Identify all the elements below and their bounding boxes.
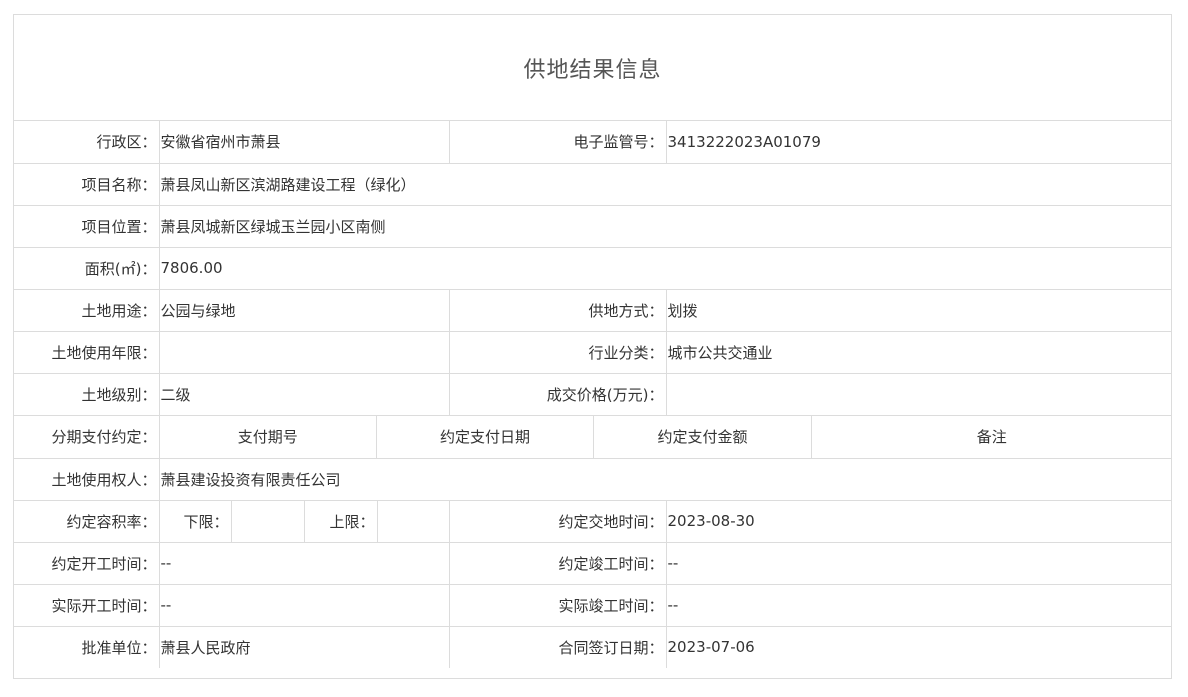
installment-date-header: 约定支付日期 (376, 416, 594, 457)
industry-value: 城市公共交通业 (665, 330, 1172, 374)
table-row: 约定开工时间： -- 约定竣工时间： -- (14, 541, 1172, 585)
land-supply-result-panel: 供地结果信息 行政区： 安徽省宿州市萧县 电子监管号： 3413222023A0… (13, 14, 1172, 679)
plot-ratio-lower-label: 下限： (158, 499, 232, 543)
contract-date-label: 合同签订日期： (448, 625, 667, 668)
project-location-label: 项目位置： (14, 204, 160, 248)
actual-completion-value: -- (665, 583, 1172, 627)
use-term-value (158, 330, 450, 374)
actual-completion-label: 实际竣工时间： (448, 583, 667, 627)
info-table: 行政区： 安徽省宿州市萧县 电子监管号： 3413222023A01079 项目… (14, 121, 1172, 668)
land-use-value: 公园与绿地 (158, 288, 450, 332)
handover-time-value: 2023-08-30 (665, 499, 1172, 543)
table-row: 分期支付约定： 支付期号 约定支付日期 约定支付金额 备注 (14, 414, 1172, 459)
supply-method-value: 划拨 (665, 288, 1172, 332)
installment-amount-header: 约定支付金额 (593, 416, 812, 457)
agreed-start-value: -- (158, 541, 450, 585)
deal-price-value (665, 372, 1172, 416)
handover-time-label: 约定交地时间： (448, 499, 667, 543)
area-label: 面积(㎡)： (14, 246, 160, 290)
plot-ratio-label: 约定容积率： (14, 499, 160, 543)
table-row: 土地使用权人： 萧县建设投资有限责任公司 (14, 457, 1172, 501)
area-value: 7806.00 (158, 246, 1172, 290)
installment-subtable: 支付期号 约定支付日期 约定支付金额 备注 (158, 414, 1172, 459)
installment-period-header: 支付期号 (160, 416, 377, 457)
plot-ratio-upper-label: 上限： (303, 499, 378, 543)
actual-start-label: 实际开工时间： (14, 583, 160, 627)
land-use-label: 土地用途： (14, 288, 160, 332)
supervision-no-value: 3413222023A01079 (665, 121, 1172, 164)
supply-method-label: 供地方式： (448, 288, 667, 332)
agreed-completion-label: 约定竣工时间： (448, 541, 667, 585)
supervision-no-label: 电子监管号： (448, 121, 667, 164)
table-row: 土地级别： 二级 成交价格(万元)： (14, 372, 1172, 416)
table-row: 批准单位： 萧县人民政府 合同签订日期： 2023-07-06 (14, 625, 1172, 668)
page-title: 供地结果信息 (14, 15, 1171, 121)
district-label: 行政区： (14, 121, 160, 164)
approval-unit-value: 萧县人民政府 (158, 625, 450, 668)
table-row: 项目位置： 萧县凤城新区绿城玉兰园小区南侧 (14, 204, 1172, 248)
installment-remark-header: 备注 (976, 428, 1007, 446)
agreed-start-label: 约定开工时间： (14, 541, 160, 585)
project-location-value: 萧县凤城新区绿城玉兰园小区南侧 (158, 204, 1172, 248)
agreed-completion-value: -- (665, 541, 1172, 585)
approval-unit-label: 批准单位： (14, 625, 160, 668)
land-grade-label: 土地级别： (14, 372, 160, 416)
use-term-label: 土地使用年限： (14, 330, 160, 374)
table-row: 行政区： 安徽省宿州市萧县 电子监管号： 3413222023A01079 (14, 121, 1172, 164)
district-value: 安徽省宿州市萧县 (158, 121, 450, 164)
installment-label: 分期支付约定： (14, 414, 160, 459)
land-user-value: 萧县建设投资有限责任公司 (158, 457, 1172, 501)
actual-start-value: -- (158, 583, 450, 627)
contract-date-value: 2023-07-06 (665, 625, 1172, 668)
table-row: 面积(㎡)： 7806.00 (14, 246, 1172, 290)
plot-ratio-upper-value (376, 499, 450, 543)
table-row: 实际开工时间： -- 实际竣工时间： -- (14, 583, 1172, 627)
table-row: 土地用途： 公园与绿地 供地方式： 划拨 (14, 288, 1172, 332)
project-name-label: 项目名称： (14, 162, 160, 206)
industry-label: 行业分类： (448, 330, 667, 374)
plot-ratio-lower-value (230, 499, 305, 543)
table-row: 土地使用年限： 行业分类： 城市公共交通业 (14, 330, 1172, 374)
project-name-value: 萧县凤山新区滨湖路建设工程（绿化） (158, 162, 1172, 206)
land-user-label: 土地使用权人： (14, 457, 160, 501)
table-row: 约定容积率： 下限： 上限： 约定交地时间： 2023-08-30 (14, 499, 1172, 543)
deal-price-label: 成交价格(万元)： (448, 372, 667, 416)
table-row: 项目名称： 萧县凤山新区滨湖路建设工程（绿化） (14, 162, 1172, 206)
land-grade-value: 二级 (158, 372, 450, 416)
